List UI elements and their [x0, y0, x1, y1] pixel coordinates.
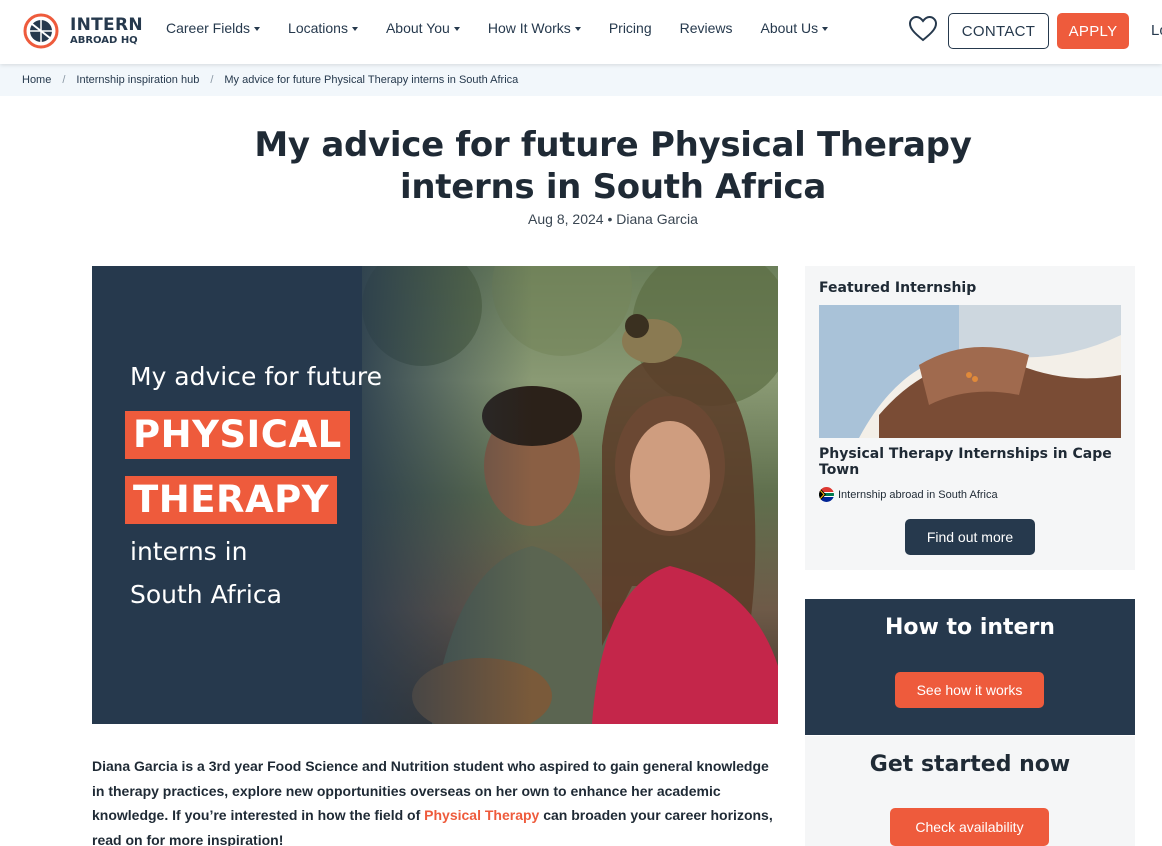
nav-about-us[interactable]: About Us	[761, 20, 829, 36]
caret-down-icon	[351, 27, 358, 32]
main-nav: Career Fields Locations About You How It…	[166, 20, 856, 36]
logo-wordmark-line1: INTERN	[70, 14, 143, 35]
nav-reviews[interactable]: Reviews	[680, 20, 733, 36]
heart-icon[interactable]	[908, 15, 938, 43]
article-intro: Diana Garcia is a 3rd year Food Science …	[92, 754, 782, 846]
physical-therapy-link[interactable]: Physical Therapy	[424, 807, 539, 823]
featured-title[interactable]: Physical Therapy Internships in Cape Tow…	[819, 446, 1119, 478]
hero-text-line4: South Africa	[130, 580, 282, 609]
nav-locations[interactable]: Locations	[288, 20, 358, 36]
get-started-card: Get started now Check availability	[805, 736, 1135, 846]
caret-down-icon	[453, 27, 460, 32]
check-availability-button[interactable]: Check availability	[890, 808, 1049, 846]
nav-how-it-works[interactable]: How It Works	[488, 20, 581, 36]
nav-career-fields[interactable]: Career Fields	[166, 20, 261, 36]
breadcrumb: Home / Internship inspiration hub / My a…	[0, 64, 1162, 96]
hero-text-line1: My advice for future	[130, 362, 383, 391]
breadcrumb-separator: /	[210, 74, 214, 86]
article-meta: Aug 8, 2024 • Diana Garcia	[528, 211, 698, 227]
site-header: INTERN ABROAD HQ Career Fields Locations…	[0, 0, 1162, 64]
hero-gradient-overlay	[332, 266, 532, 724]
contact-button[interactable]: CONTACT	[948, 13, 1049, 49]
how-to-intern-card: How to intern See how it works	[805, 599, 1135, 735]
breadcrumb-separator: /	[62, 74, 66, 86]
featured-location-text: Internship abroad in South Africa	[838, 488, 998, 501]
featured-image[interactable]	[819, 305, 1121, 438]
featured-internship-card: Featured Internship Physical Therapy Int…	[805, 266, 1135, 570]
hero-highlight-physical: PHYSICAL	[125, 411, 350, 459]
page-title: My advice for future Physical Therapy in…	[0, 124, 1162, 208]
site-logo[interactable]: INTERN ABROAD HQ	[22, 12, 143, 50]
hero-image: My advice for future PHYSICAL THERAPY in…	[92, 266, 778, 724]
get-started-heading: Get started now	[869, 752, 1071, 777]
page-title-line1: My advice for future Physical Therapy	[254, 125, 972, 165]
how-to-intern-heading: How to intern	[885, 615, 1055, 640]
nav-about-you[interactable]: About You	[386, 20, 460, 36]
featured-location: Internship abroad in South Africa	[819, 487, 998, 502]
apply-button[interactable]: APPLY	[1057, 13, 1129, 49]
nav-pricing[interactable]: Pricing	[609, 20, 652, 36]
caret-down-icon	[254, 27, 261, 32]
page-title-line2: interns in South Africa	[400, 167, 826, 207]
globe-logo-icon	[22, 12, 60, 50]
breadcrumb-inspiration-hub[interactable]: Internship inspiration hub	[76, 74, 199, 86]
caret-down-icon	[822, 27, 829, 32]
logo-wordmark-line2: ABROAD HQ	[70, 34, 138, 46]
caret-down-icon	[574, 27, 581, 32]
see-how-it-works-button[interactable]: See how it works	[895, 672, 1044, 708]
featured-heading: Featured Internship	[819, 280, 977, 296]
breadcrumb-home[interactable]: Home	[22, 74, 51, 86]
login-link[interactable]: Lo	[1151, 22, 1162, 39]
find-out-more-button[interactable]: Find out more	[905, 519, 1035, 555]
breadcrumb-current: My advice for future Physical Therapy in…	[224, 74, 519, 86]
south-africa-flag-icon	[819, 487, 834, 502]
hero-text-line3: interns in	[130, 537, 248, 566]
hero-highlight-therapy: THERAPY	[125, 476, 338, 524]
